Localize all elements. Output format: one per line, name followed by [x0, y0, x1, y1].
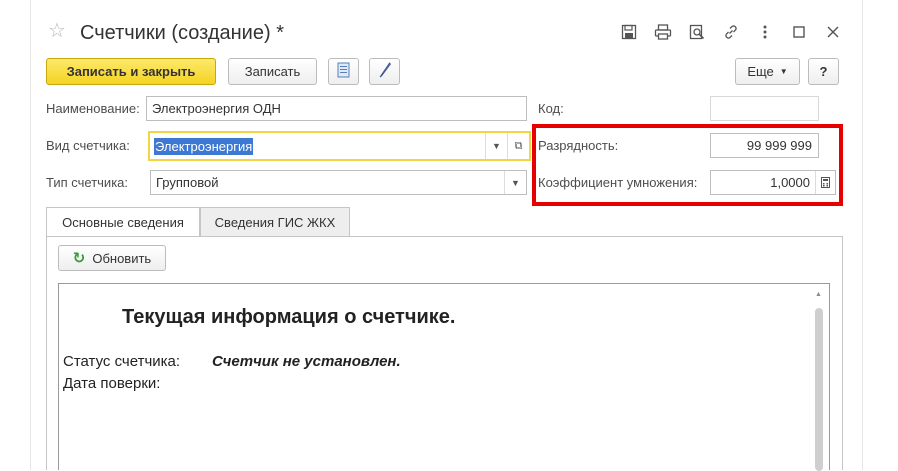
link-icon[interactable]	[714, 20, 748, 44]
pen-icon	[378, 62, 392, 81]
counter-type-field[interactable]: Электроэнергия ▼ ⧉	[148, 131, 531, 161]
name-value: Электроэнергия ОДН	[152, 101, 281, 116]
title-bar: ☆ Счетчики (создание) *	[36, 10, 858, 52]
counter-kind-value: Групповой	[156, 175, 219, 190]
chevron-down-icon[interactable]: ▼	[485, 133, 507, 159]
chevron-down-icon: ▼	[779, 67, 788, 76]
refresh-button[interactable]: ↻ Обновить	[58, 245, 166, 271]
favorite-star-icon[interactable]: ☆	[48, 20, 66, 42]
status-label: Статус счетчика:	[63, 353, 181, 370]
name-label: Наименование:	[46, 101, 140, 116]
preview-icon[interactable]	[680, 20, 714, 44]
document-list-icon	[337, 62, 350, 81]
coefficient-value: 1,0000	[770, 175, 810, 190]
counter-kind-label: Тип счетчика:	[46, 175, 129, 190]
coefficient-field[interactable]: 1,0000	[710, 170, 836, 195]
status-value: Счетчик не установлен.	[212, 353, 401, 370]
tab-main-info[interactable]: Основные сведения	[46, 207, 200, 237]
scrollbar-thumb[interactable]	[815, 308, 823, 471]
counter-type-label: Вид счетчика:	[46, 138, 130, 153]
counter-kind-field[interactable]: Групповой ▼	[150, 170, 527, 195]
more-label: Еще	[747, 64, 774, 79]
calculator-icon[interactable]	[815, 171, 835, 194]
code-label: Код:	[538, 101, 564, 116]
info-title: Текущая информация о счетчике.	[122, 306, 456, 328]
counter-create-window: ☆ Счетчики (создание) * Записать и закры…	[36, 10, 858, 471]
tab-gis-housing[interactable]: Сведения ГИС ЖКХ	[200, 207, 350, 237]
vertical-scrollbar[interactable]: ▲	[814, 290, 823, 471]
verification-date-label: Дата поверки:	[63, 375, 161, 392]
save-and-close-button[interactable]: Записать и закрыть	[46, 58, 216, 85]
print-icon[interactable]	[646, 20, 680, 44]
background-edge	[30, 0, 31, 470]
digits-label: Разрядность:	[538, 138, 619, 153]
digits-value: 99 999 999	[746, 138, 812, 153]
counter-info-panel: Текущая информация о счетчике. Статус сч…	[58, 283, 830, 471]
edit-button[interactable]	[369, 58, 400, 85]
scroll-up-icon[interactable]: ▲	[814, 290, 823, 300]
help-button[interactable]: ?	[808, 58, 839, 85]
counter-type-value: Электроэнергия	[154, 137, 254, 155]
window-title: Счетчики (создание) *	[80, 22, 284, 44]
name-field[interactable]: Электроэнергия ОДН	[146, 96, 527, 121]
code-field[interactable]	[710, 96, 819, 121]
save-button[interactable]: Записать	[228, 58, 317, 85]
refresh-icon: ↻	[72, 250, 86, 267]
chevron-down-icon[interactable]: ▼	[504, 171, 526, 194]
refresh-label: Обновить	[92, 250, 152, 266]
maximize-icon[interactable]	[782, 20, 816, 44]
document-list-button[interactable]	[328, 58, 359, 85]
save-icon[interactable]	[612, 20, 646, 44]
more-button[interactable]: Еще ▼	[735, 58, 800, 85]
coefficient-label: Коэффициент умножения:	[538, 175, 698, 190]
window-tools	[612, 20, 850, 44]
close-icon[interactable]	[816, 20, 850, 44]
digits-field[interactable]: 99 999 999	[710, 133, 819, 158]
background-edge	[862, 0, 863, 470]
open-form-icon[interactable]: ⧉	[507, 133, 529, 159]
more-vertical-icon[interactable]	[748, 20, 782, 44]
